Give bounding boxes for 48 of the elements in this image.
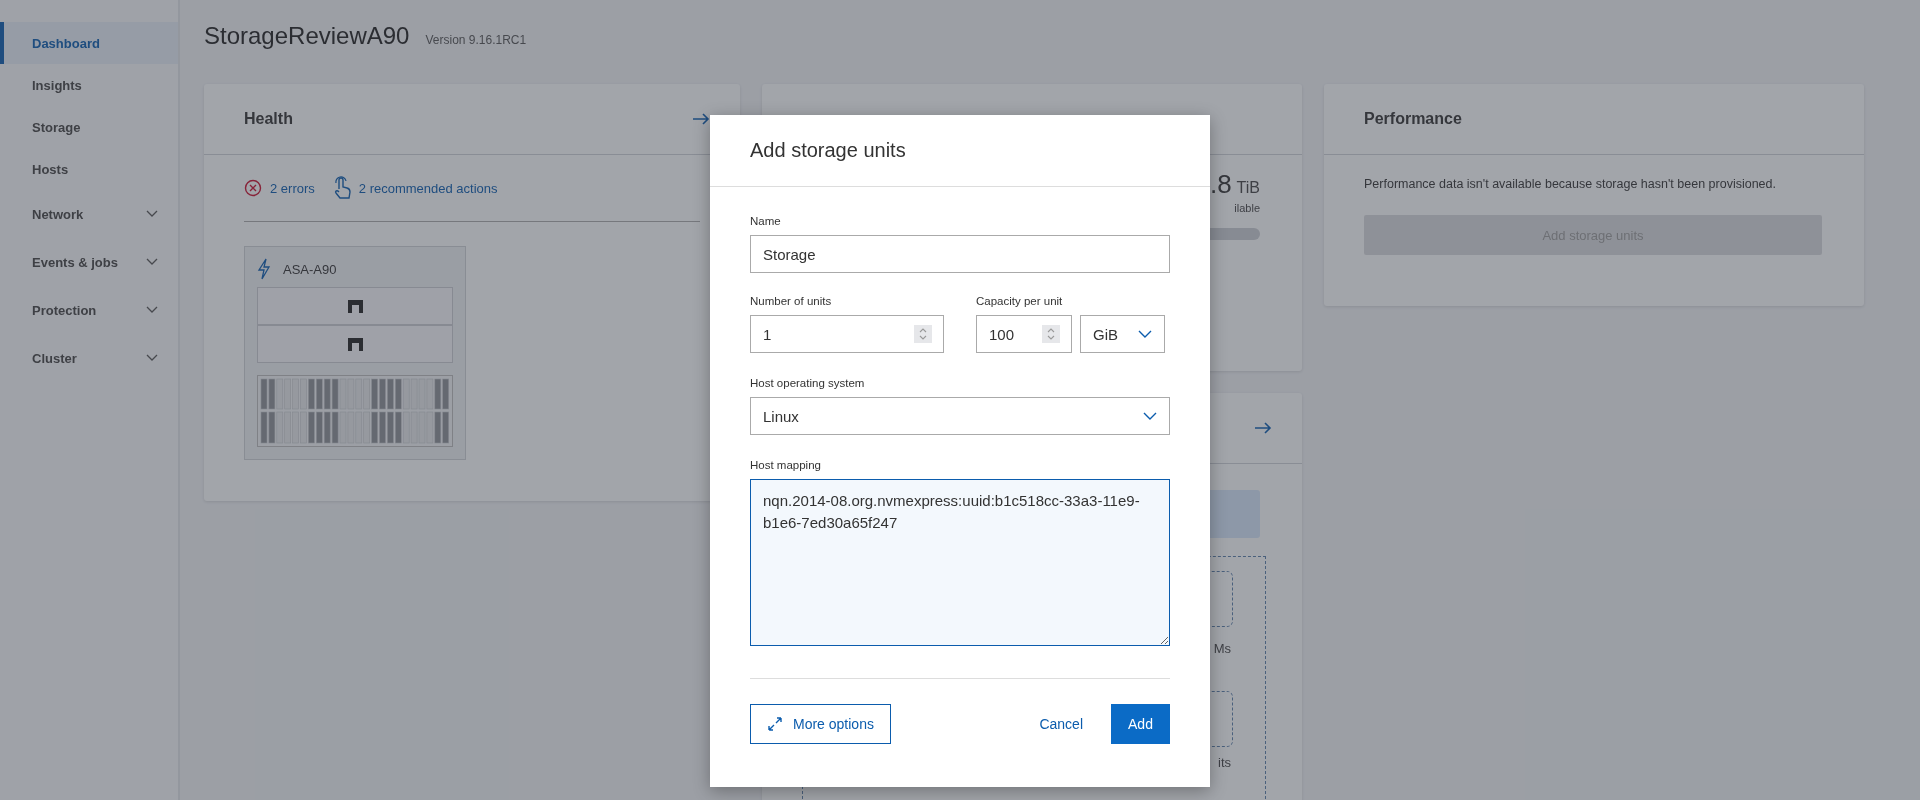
unit-dropdown[interactable]: GiB [1080,315,1165,353]
capacity-unit: TiB [1236,179,1260,197]
controller-icon [347,337,363,351]
version-label: Version 9.16.1RC1 [425,33,527,47]
arrow-right-icon[interactable] [692,113,710,125]
node-label: Ms [1213,641,1231,656]
dialog-title: Add storage units [750,139,906,162]
card-title: Health [244,110,293,128]
nav-item[interactable]: Hosts [0,148,178,190]
name-input-field[interactable]: Storage [750,235,1170,273]
field-label: Host mapping [750,459,822,471]
add-button[interactable]: Add [1111,704,1170,744]
arrow-right-icon[interactable] [1254,422,1272,434]
nav-item[interactable]: Events & jobs [0,238,178,286]
os-dropdown[interactable]: Linux [750,397,1170,435]
nav-item[interactable]: Dashboard [0,22,178,64]
node-label: its [1218,755,1231,770]
field-label: Number of units [750,295,833,307]
nav-item[interactable]: Storage [0,106,178,148]
system-panel[interactable]: ASA-A90 [244,246,466,460]
capacity-input-field[interactable]: 100 [976,315,1072,353]
spinner-icon[interactable] [1042,325,1060,343]
field-label: Host operating system [750,377,866,389]
chevron-down-icon [1138,330,1152,338]
cancel-link[interactable]: Cancel [1039,716,1083,732]
capacity-value: .8 [1209,169,1232,200]
card-title: Performance [1364,110,1462,128]
chevron-down-icon [1143,412,1157,420]
system-name: ASA-A90 [283,261,337,277]
controller-icon [347,299,363,313]
field-label: Name [750,215,782,227]
performance-message: Performance data isn't available because storage hasn't been provisioned. [1364,177,1777,191]
field-label: Capacity per unit [976,295,1064,307]
lightning-icon [257,258,271,280]
host-mapping-text-area[interactable]: nqn.2014-08.org.nvmexpress:uuid:b1c518cc-33a3-11e9-b1e6-7ed30a65f247 [750,479,1170,646]
units-input-field[interactable]: 1 [750,315,944,353]
nav-item[interactable]: Protection [0,286,178,334]
capacity-caption: ilable [1234,202,1260,214]
errors-link[interactable]: 2 errors [270,180,315,196]
recommended-actions-link[interactable]: 2 recommended actions [358,180,498,196]
expand-icon [767,716,783,732]
nav-item[interactable]: Network [0,190,178,238]
error-icon [244,179,262,197]
more-options-button[interactable]: More options [750,704,891,744]
spinner-icon[interactable] [914,325,932,343]
nav-item[interactable]: Cluster [0,334,178,382]
nav-item[interactable]: Insights [0,64,178,106]
page-title: StorageReviewA90 [204,22,410,50]
